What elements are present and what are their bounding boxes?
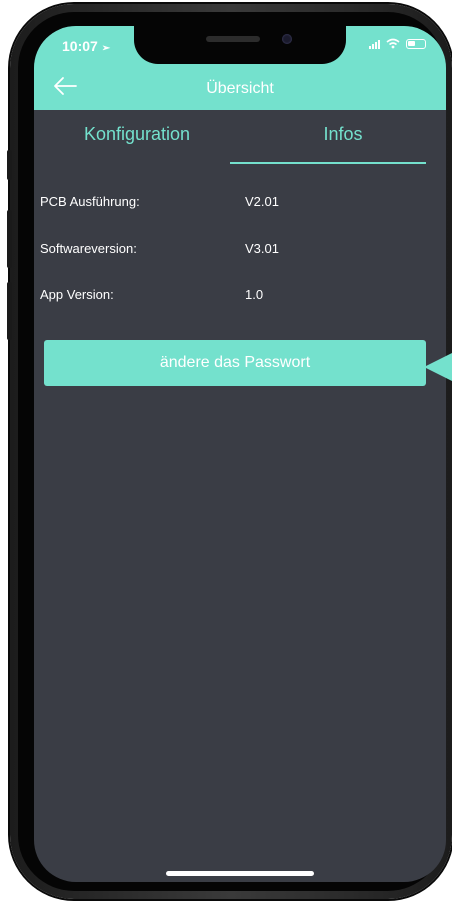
battery-icon <box>406 38 426 49</box>
info-value: V2.01 <box>245 194 279 209</box>
info-label: PCB Ausführung: <box>40 194 140 209</box>
info-row-software: Softwareversion: V3.01 <box>40 241 440 261</box>
volume-down-button <box>7 282 12 340</box>
tab-bar: Konfiguration Infos <box>34 110 446 166</box>
pointer-arrow <box>424 353 452 381</box>
status-icons <box>369 38 426 49</box>
home-indicator <box>166 871 314 876</box>
speaker-grille <box>206 36 260 42</box>
volume-up-button <box>7 210 12 268</box>
info-label: App Version: <box>40 287 114 302</box>
location-arrow-icon: ➢ <box>101 43 111 54</box>
info-label: Softwareversion: <box>40 241 137 256</box>
info-value: V3.01 <box>245 241 279 256</box>
app-screen: 10:07 ➢ Übersicht Konfiguration Infos PC… <box>34 26 446 882</box>
active-tab-indicator <box>230 162 426 164</box>
info-value: 1.0 <box>245 287 264 302</box>
wifi-icon <box>386 38 400 49</box>
change-password-button[interactable]: ändere das Passwort <box>44 340 426 386</box>
notch <box>134 26 346 64</box>
info-row-app: App Version: 1.0 <box>40 287 440 307</box>
signal-icon <box>369 39 380 49</box>
tab-infos[interactable]: Infos <box>240 124 446 145</box>
front-camera <box>282 34 292 44</box>
info-row-pcb: PCB Ausführung: V2.01 <box>40 194 440 214</box>
page-title: Übersicht <box>206 80 274 97</box>
mute-switch <box>7 150 12 180</box>
tab-konfiguration[interactable]: Konfiguration <box>34 124 240 145</box>
status-time: 10:07 ➢ <box>62 38 111 54</box>
